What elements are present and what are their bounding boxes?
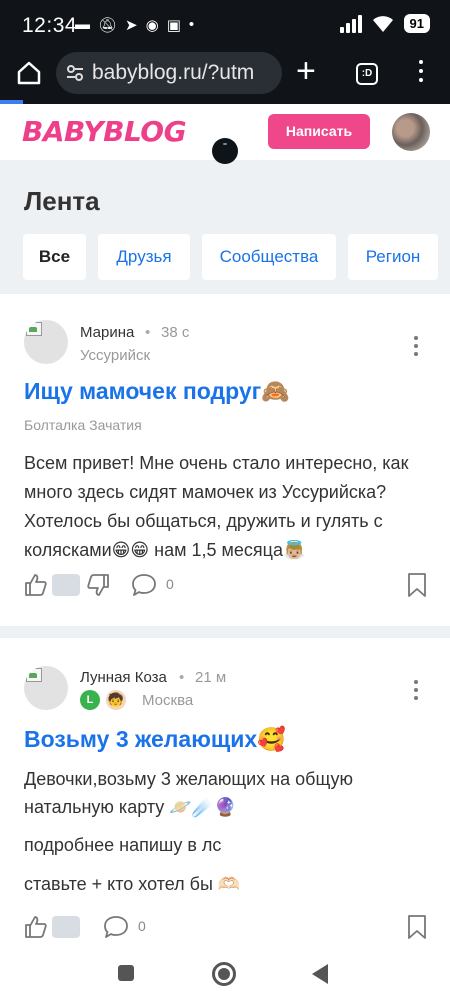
signal-icon [339,14,362,33]
bed-icon: ▬ [75,16,90,33]
author-avatar[interactable] [24,666,68,710]
post-time: 38 с [161,324,190,341]
vpn-icon: ◉ [145,17,159,34]
bookmark-icon[interactable] [406,572,428,598]
babyblog-logo[interactable]: BABYBLOG [22,115,187,148]
post-text: Всем привет! Мне очень стало интересно, … [24,453,409,560]
tab-all[interactable]: Все [23,234,86,280]
home-button[interactable] [212,962,236,986]
feed-tabs: Все Друзья Сообщества Регион [0,234,450,280]
cast-icon: ▣ [166,17,181,34]
tab-communities[interactable]: Сообщества [202,234,336,280]
telegram-icon: ➤ [125,17,138,34]
more-options-icon[interactable] [412,336,420,358]
like-icon[interactable] [24,915,48,939]
separator: • [179,669,185,686]
post-text-line: ставьте + кто хотел бы 🫶🏻 [24,874,241,894]
wifi-icon [372,15,393,32]
post-text-line: подробнее напишу в лс [24,835,222,855]
status-bar: 12:34 ▬ 🔕︎ ➤ ◉ ▣ • 91 [0,0,450,50]
comment-count: 0 [138,918,146,934]
post-actions: 0 [0,913,450,943]
new-tab-button[interactable]: + [296,54,316,88]
rating-count [52,916,80,938]
url-text: babyblog.ru/?utm [92,61,255,84]
tab-region[interactable]: Регион [348,234,438,280]
address-bar[interactable]: babyblog.ru/?utm [56,52,282,94]
write-button[interactable]: Написать [268,114,370,149]
rating-count [52,574,80,596]
status-time: 12:34 [22,14,78,37]
comment-icon[interactable] [131,573,157,597]
notification-icons: ▬ 🔕︎ ➤ ◉ ▣ • [75,16,194,34]
author-city: Москва [142,692,194,709]
bookmark-icon[interactable] [406,914,428,940]
post-title[interactable]: Ищу мамочек подруг🙈 [24,378,290,405]
post-title[interactable]: Возьму 3 желающих🥰 [24,726,286,753]
tab-friends[interactable]: Друзья [98,234,190,280]
battery-indicator: 91 [403,14,430,33]
more-notifications-icon: • [188,16,195,33]
more-options-icon[interactable] [412,680,420,702]
post-community[interactable]: Болталка Зачатия [24,417,142,433]
site-settings-icon[interactable] [66,64,84,82]
post-text-line: натальную карту 🪐☄️🔮 [24,797,237,817]
mute-icon: 🔕︎ [98,17,118,34]
post-card: Марина • 38 с Уссурийск Ищу мамочек подр… [0,294,450,626]
camera-cutout [212,138,238,164]
post-card: Лунная Коза • 21 м L 🧒 Москва Возьму 3 ж… [0,638,450,948]
user-avatar[interactable] [392,113,430,151]
author-name[interactable]: Лунная Коза [80,669,167,686]
post-time: 21 м [195,669,227,686]
page-title: Лента [24,186,100,216]
comment-icon[interactable] [103,915,129,939]
author-city: Уссурийск [80,347,151,364]
separator: • [145,324,151,341]
post-actions: 0 [0,571,450,601]
author-avatar[interactable] [24,320,68,364]
user-badges: L 🧒 [80,690,126,710]
author-name[interactable]: Марина [80,324,134,341]
post-text-line: Девочки,возьму 3 желающих на общую [24,769,353,789]
browser-menu-icon[interactable] [416,60,426,88]
tab-switcher-button[interactable]: :D [356,63,378,85]
comment-count: 0 [166,576,174,592]
home-icon[interactable] [14,58,44,88]
back-button[interactable] [312,964,328,984]
recents-button[interactable] [118,965,134,981]
like-icon[interactable] [24,573,48,597]
system-nav-bar [0,948,450,1000]
dislike-icon[interactable] [86,573,110,597]
level-badge-icon: L [80,690,100,710]
user-emoji-icon: 🧒 [106,690,126,710]
browser-toolbar: babyblog.ru/?utm + :D [0,50,450,100]
